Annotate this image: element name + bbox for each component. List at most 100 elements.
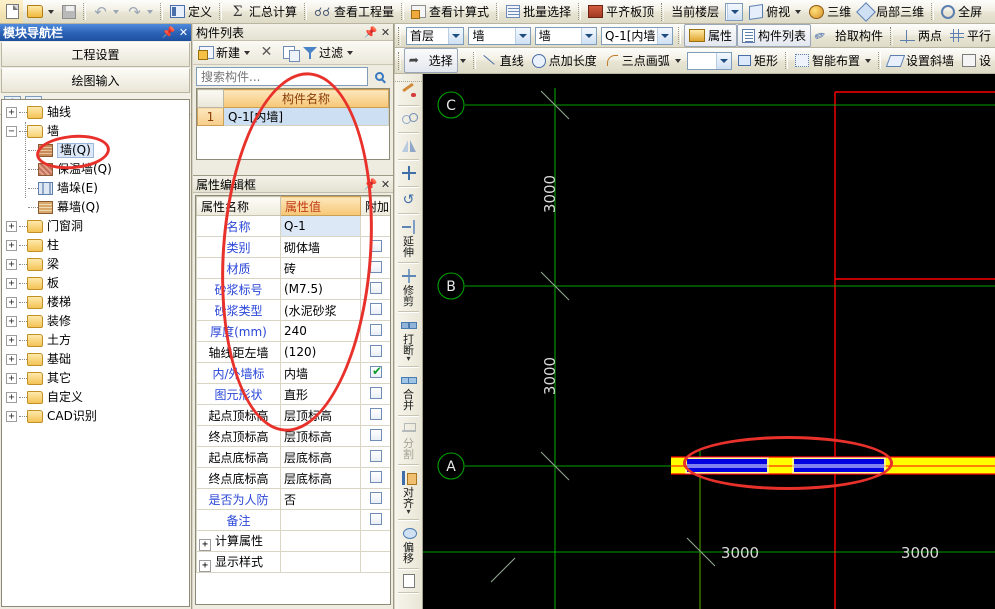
tree-node-16[interactable]: + CAD识别 <box>4 407 189 426</box>
expand-icon[interactable]: + <box>6 240 17 251</box>
toolbar-grip[interactable] <box>661 2 665 21</box>
property-value[interactable]: 内墙 <box>280 362 361 384</box>
property-extra-checkbox[interactable] <box>370 386 382 399</box>
tree-node-6[interactable]: + 门窗洞 <box>4 217 189 236</box>
trim-tool[interactable]: 修剪 <box>395 266 422 309</box>
toolbar-grip[interactable] <box>890 26 893 45</box>
match-properties-tool[interactable] <box>395 82 422 103</box>
move-tool[interactable] <box>395 163 422 184</box>
undo-button[interactable]: ↶ <box>89 0 123 23</box>
module-tree[interactable]: + 轴线 − 墙墙(Q) 保温墙(Q) 墙垛(E) 幕墙(Q) + 门窗洞 + 柱 + 梁 + 板 + 楼梯 + 装… <box>1 99 190 607</box>
rotate-tool[interactable]: ↺ <box>395 190 422 211</box>
new-file-button[interactable] <box>0 0 23 23</box>
wall-selected-segment-2[interactable] <box>792 457 886 474</box>
property-value[interactable]: 否 <box>280 488 361 510</box>
tree-node-8[interactable]: + 梁 <box>4 255 189 274</box>
component-grid[interactable]: 构件名称 1 Q-1[内墙] <box>196 88 390 160</box>
property-extra-checkbox[interactable] <box>370 302 382 315</box>
define-button[interactable]: 定义 <box>166 0 216 23</box>
property-extra-checkbox[interactable] <box>370 512 382 525</box>
expand-icon[interactable]: + <box>6 411 17 422</box>
three-point-arc-button[interactable]: 三点画弧 <box>601 48 685 73</box>
tree-node-5[interactable]: 幕墙(Q) <box>4 198 189 217</box>
nav-project-settings[interactable]: 工程设置 <box>1 42 190 67</box>
new-component-button[interactable]: 新建 <box>196 43 253 62</box>
property-extra-checkbox[interactable] <box>370 323 382 336</box>
expand-icon[interactable]: + <box>6 392 17 403</box>
tree-node-9[interactable]: + 板 <box>4 274 189 293</box>
tree-node-4[interactable]: 墙垛(E) <box>4 179 189 198</box>
close-icon[interactable]: ✕ <box>378 25 393 40</box>
search-button[interactable] <box>368 67 390 86</box>
expand-icon[interactable]: + <box>6 259 17 270</box>
batch-select-button[interactable]: 批量选择 <box>502 0 575 23</box>
expand-icon[interactable]: + <box>6 297 17 308</box>
properties-toggle[interactable]: 属性 <box>683 24 737 47</box>
property-extra-checkbox[interactable] <box>370 344 382 357</box>
component-table-row[interactable]: 1 Q-1[内墙] <box>197 107 389 126</box>
tree-node-7[interactable]: + 柱 <box>4 236 189 255</box>
chevron-down-icon[interactable] <box>656 27 672 44</box>
tree-node-14[interactable]: + 其它 <box>4 369 189 388</box>
expand-icon[interactable]: + <box>6 354 17 365</box>
page-tool[interactable] <box>395 572 422 590</box>
vtoolbar-grip[interactable] <box>395 74 422 82</box>
expand-icon[interactable]: + <box>6 221 17 232</box>
property-group-row[interactable]: + 显示样式 <box>196 551 390 573</box>
merge-tool[interactable]: 合并 <box>395 370 422 413</box>
property-value[interactable]: 直形 <box>280 383 361 405</box>
property-value[interactable]: 层底标高 <box>280 446 361 468</box>
select-tool-button[interactable]: ➦ 选择 <box>403 48 458 73</box>
tree-node-3[interactable]: 保温墙(Q) <box>4 160 189 179</box>
tree-node-10[interactable]: + 楼梯 <box>4 293 189 312</box>
property-value[interactable]: (M7.5) <box>280 278 361 300</box>
property-group-cell[interactable]: + 显示样式 <box>196 551 281 573</box>
chevron-down-icon[interactable] <box>580 27 596 44</box>
property-value[interactable]: 砖 <box>280 257 361 279</box>
wall-selected-segment-1[interactable] <box>685 457 769 474</box>
tree-node-11[interactable]: + 装修 <box>4 312 189 331</box>
property-group-row[interactable]: + 计算属性 <box>196 530 390 552</box>
component-select[interactable]: Q-1[内墙] <box>600 26 673 45</box>
break-tool[interactable]: 打断 ▾ <box>395 315 422 364</box>
chevron-down-icon[interactable]: ▾ <box>406 508 410 516</box>
line-tool-button[interactable]: 直线 <box>479 48 528 73</box>
expand-icon[interactable]: + <box>6 373 17 384</box>
set-extra-button[interactable]: 设 <box>958 48 995 73</box>
chevron-down-icon[interactable]: ▾ <box>406 355 410 363</box>
property-extra-checkbox[interactable] <box>370 428 382 441</box>
pin-icon[interactable]: 📌 <box>161 25 176 40</box>
property-value[interactable]: 240 <box>280 320 361 342</box>
expand-icon[interactable]: + <box>199 559 211 572</box>
extend-tool[interactable]: 延伸 <box>395 217 422 260</box>
property-extra-checkbox[interactable] <box>370 239 382 252</box>
parallel-button[interactable]: 平行 <box>946 24 995 47</box>
top-view-button[interactable]: 俯视 <box>745 0 805 23</box>
set-oblique-wall-button[interactable]: 设置斜墙 <box>884 48 958 73</box>
property-value[interactable]: (水泥砂浆 <box>280 299 361 321</box>
pin-icon[interactable]: 📌 <box>363 177 378 192</box>
delete-component-button[interactable]: ✕ <box>255 44 278 62</box>
component-list-toggle[interactable]: 构件列表 <box>737 24 812 47</box>
open-file-button[interactable] <box>23 0 58 23</box>
tree-node-2[interactable]: 墙(Q) <box>4 141 189 160</box>
collapse-icon[interactable]: − <box>6 126 17 137</box>
property-extra-checkbox[interactable] <box>370 491 382 504</box>
property-grid[interactable]: 属性名称 属性值 附加 名称 Q-1 类别 砌体墙 材质砖砂浆标号 (M7.5) 砂浆类型(… <box>195 195 391 605</box>
summary-calc-button[interactable]: Σ 汇总计算 <box>225 0 301 23</box>
property-value[interactable] <box>280 509 361 531</box>
copy-tool[interactable] <box>395 109 422 130</box>
fullscreen-button[interactable]: 全屏 <box>937 0 986 23</box>
copy-component-button[interactable] <box>280 45 301 62</box>
align-tool[interactable]: 对齐 ▾ <box>395 468 422 517</box>
style-select[interactable] <box>686 51 732 70</box>
three-d-button[interactable]: 三维 <box>805 0 855 23</box>
toolbar-grip[interactable] <box>398 51 401 70</box>
filter-button[interactable]: 过滤 <box>300 43 356 62</box>
floor-select[interactable]: 首层 <box>405 26 465 45</box>
chevron-down-icon[interactable] <box>727 3 743 20</box>
nav-drawing-input[interactable]: 绘图输入 <box>1 68 190 93</box>
expand-icon[interactable]: + <box>6 278 17 289</box>
subcategory-select[interactable]: 墙 <box>534 26 597 45</box>
local-three-d-button[interactable]: 局部三维 <box>855 0 928 23</box>
